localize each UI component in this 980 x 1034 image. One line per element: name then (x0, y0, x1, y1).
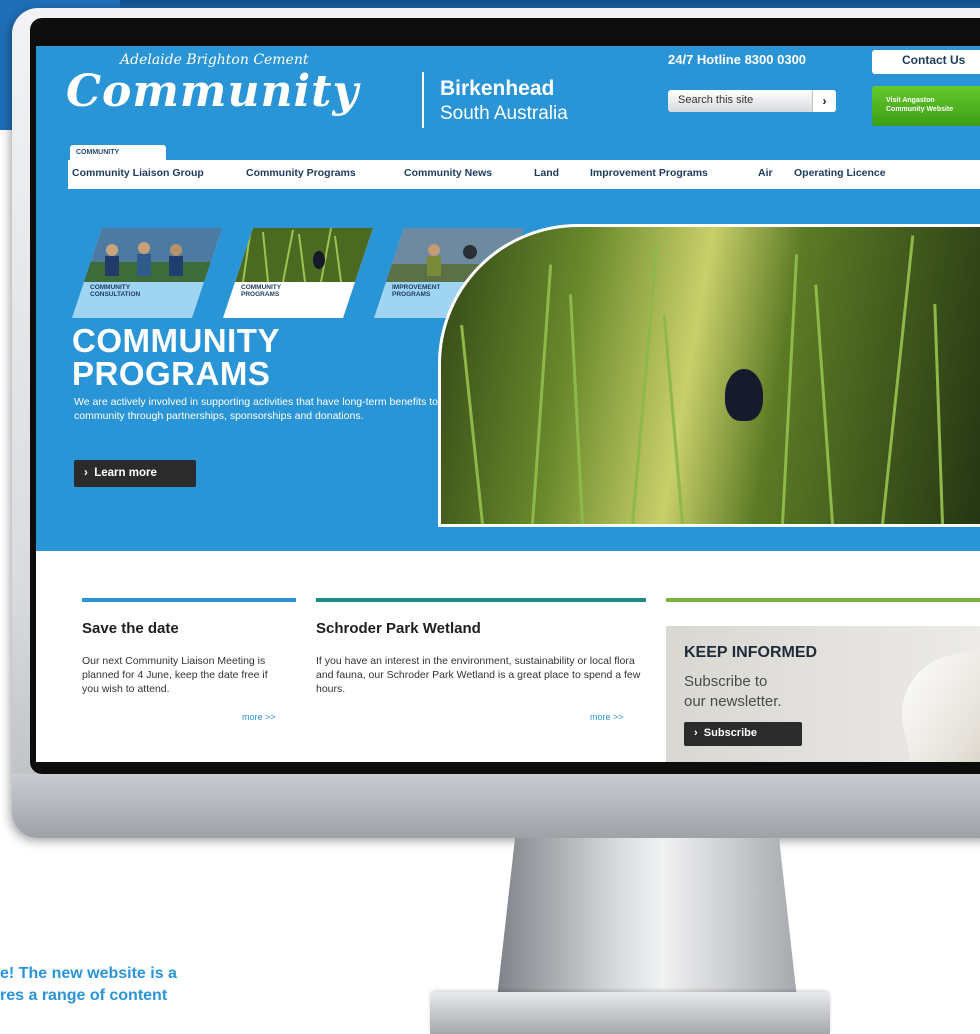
learn-more-button[interactable]: › Learn more (74, 460, 196, 487)
chevron-right-icon: › (694, 727, 698, 739)
nav-item-operating-licence[interactable]: Operating Licence (794, 167, 886, 179)
promo-label-line: PROGRAMS (241, 291, 280, 298)
promo-label-line: COMMUNITY (90, 284, 131, 291)
section-rule-teal (316, 598, 646, 602)
newsletter-paper-image (890, 642, 980, 762)
save-the-date-title: Save the date (82, 620, 179, 637)
logo-divider (422, 72, 424, 128)
monitor-stand-foot (430, 992, 830, 1034)
brand-location-subtitle: South Australia (440, 103, 568, 124)
promo-label-line: PROGRAMS (392, 291, 431, 298)
hero-title: COMMUNITY PROGRAMS (72, 324, 280, 390)
save-the-date-text: Our next Community Liaison Meeting is pl… (82, 655, 268, 695)
promo-label-line: COMMUNITY (241, 284, 282, 291)
hotline-text: 24/7 Hotline 8300 0300 (668, 52, 807, 67)
tab-community[interactable]: COMMUNITY (70, 145, 166, 161)
wetland-more-link[interactable]: more >> (590, 712, 624, 722)
search-input[interactable]: Search this site (678, 94, 753, 106)
nav-item-community-liaison-group[interactable]: Community Liaison Group (72, 167, 204, 179)
learn-more-label: Learn more (94, 467, 157, 479)
keep-informed-subtitle-line: Subscribe to (684, 673, 768, 690)
section-rule-green (666, 598, 980, 602)
promo-label-line: IMPROVEMENT (392, 284, 441, 291)
purple-swamphen-image (725, 369, 763, 421)
logo-community[interactable]: Community (66, 66, 359, 117)
keep-informed-subtitle: Subscribe to our newsletter. (684, 672, 884, 712)
main-nav: Community Liaison Group Community Progra… (68, 160, 980, 189)
promo-community-consultation-label: COMMUNITY CONSULTATION (90, 284, 140, 298)
monitor-stand-neck (497, 838, 797, 998)
section-rule-blue (82, 598, 296, 602)
search-box[interactable]: Search this site › (668, 90, 836, 112)
nav-item-community-news[interactable]: Community News (404, 167, 492, 179)
subscribe-button[interactable]: › Subscribe (684, 722, 802, 746)
hero-description: We are actively involved in supporting a… (74, 396, 456, 422)
chevron-right-icon: › (84, 467, 88, 479)
nav-item-improvement-programs[interactable]: Improvement Programs (590, 167, 708, 179)
promo-label-line: CONSULTATION (90, 291, 141, 298)
contact-us-button[interactable]: Contact Us (872, 50, 980, 74)
brand-location-title: Birkenhead (440, 77, 555, 100)
hero-title-line: COMMUNITY (72, 322, 280, 359)
promo-community-programs-label: COMMUNITY PROGRAMS (241, 284, 281, 298)
keep-informed-panel: KEEP INFORMED Subscribe to our newslette… (666, 626, 980, 762)
nav-item-land[interactable]: Land (534, 167, 559, 179)
subscribe-label: Subscribe (703, 727, 757, 739)
hero-photo-wetland (438, 224, 980, 527)
hero-title-line: PROGRAMS (72, 355, 271, 392)
monitor-chin (12, 774, 980, 838)
stage: Adelaide Brighton Cement Community Birke… (0, 0, 980, 1034)
visit-angaston-button[interactable]: Visit Angaston Community Website (872, 86, 980, 126)
wetland-text: If you have an interest in the environme… (316, 655, 641, 695)
search-go-icon[interactable]: › (812, 90, 836, 112)
nav-item-air[interactable]: Air (758, 167, 773, 179)
nav-item-community-programs[interactable]: Community Programs (246, 167, 356, 179)
caption-line: e! The new website is a (0, 965, 177, 982)
promo-improvement-programs-label: IMPROVEMENT PROGRAMS (392, 284, 440, 298)
visit-angaston-line2: Community Website (886, 106, 954, 113)
visit-angaston-line1: Visit Angaston (886, 97, 935, 104)
save-the-date-more-link[interactable]: more >> (242, 712, 276, 722)
website-screen: Adelaide Brighton Cement Community Birke… (36, 46, 980, 762)
wetland-title: Schroder Park Wetland (316, 620, 481, 637)
page-caption: e! The new website is a res a range of c… (0, 963, 177, 1007)
caption-line: res a range of content (0, 987, 168, 1004)
keep-informed-subtitle-line: our newsletter. (684, 693, 782, 710)
keep-informed-title: KEEP INFORMED (684, 644, 818, 661)
